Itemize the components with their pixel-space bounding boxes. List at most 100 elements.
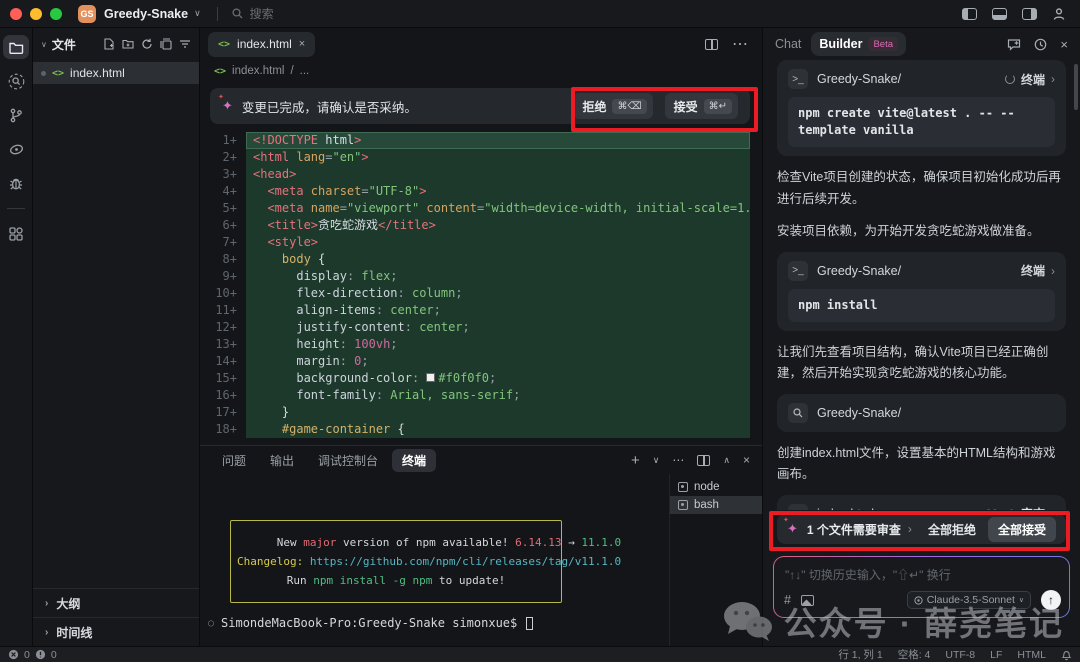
code-lines[interactable]: 1+ <!DOCTYPE html> 2+ <html lang="en"> 3+ <he… <box>200 132 750 445</box>
terminal-status-label[interactable]: 终端 <box>1021 262 1045 279</box>
attach-image-icon[interactable] <box>800 594 814 606</box>
timeline-section[interactable]: › 时间线 <box>33 617 199 646</box>
split-editor-icon[interactable] <box>705 38 718 50</box>
code-line[interactable]: 2+ <html lang="en"> <box>200 149 750 166</box>
code-line[interactable]: 12+ justify-content: center; <box>200 319 750 336</box>
code-line[interactable]: 6+ <title>贪吃蛇游戏</title> <box>200 217 750 234</box>
editor-more-actions-icon[interactable]: ⋯ <box>732 34 748 54</box>
explorer-icon[interactable] <box>3 35 29 59</box>
command-code[interactable]: npm create vite@latest . -- --template v… <box>788 97 1055 147</box>
outline-section[interactable]: › 大纲 <box>33 588 199 617</box>
close-panel-icon[interactable]: × <box>743 453 750 467</box>
explorer-collapse-chevron-icon[interactable]: ∨ <box>41 40 47 49</box>
new-folder-icon[interactable] <box>122 38 134 50</box>
breadcrumb[interactable]: <> index.html / ... <box>200 60 762 82</box>
file-tree-item-index-html[interactable]: <> index.html <box>33 62 199 84</box>
project-name[interactable]: Greedy-Snake <box>104 7 188 21</box>
terminal-command-card[interactable]: >_ Greedy-Snake/ 终端 › npm install <box>777 251 1066 331</box>
search-card[interactable]: Greedy-Snake/ <box>777 393 1066 432</box>
command-code[interactable]: npm install <box>788 288 1055 322</box>
minimize-window-button[interactable] <box>30 7 42 20</box>
eol-sequence[interactable]: LF <box>990 649 1002 661</box>
code-line[interactable]: 5+ <meta name="viewport" content="width=… <box>200 200 750 217</box>
close-window-button[interactable] <box>10 7 22 20</box>
terminal-session-node[interactable]: node <box>670 478 762 496</box>
code-line[interactable]: 4+ <meta charset="UTF-8"> <box>200 183 750 200</box>
code-line[interactable]: 11+ align-items: center; <box>200 302 750 319</box>
breadcrumb-more[interactable]: ... <box>300 65 310 77</box>
code-line[interactable]: 3+ <head> <box>200 166 750 183</box>
collapse-all-icon[interactable] <box>160 38 172 50</box>
code-line[interactable]: 18+ #game-container { <box>200 421 750 438</box>
code-line[interactable]: 14+ margin: 0; <box>200 353 750 370</box>
terminal-dropdown-icon[interactable]: ∨ <box>653 455 660 466</box>
code-line[interactable]: 17+ } <box>200 404 750 421</box>
review-link[interactable]: 审查 <box>1021 505 1045 510</box>
code-line[interactable]: 15+ background-color: #f0f0f0; <box>200 370 750 387</box>
breadcrumb-file[interactable]: index.html <box>232 65 284 77</box>
remote-explorer-icon[interactable] <box>3 137 29 161</box>
model-selector[interactable]: Claude-3.5-Sonnet ∨ <box>906 591 1031 609</box>
close-chat-icon[interactable]: × <box>1060 37 1068 52</box>
chat-scrollbar[interactable] <box>1074 64 1078 110</box>
toggle-left-panel-icon[interactable] <box>962 8 977 20</box>
cursor-position[interactable]: 行 1, 列 1 <box>838 647 882 662</box>
tab-builder[interactable]: Builder Beta <box>811 32 907 56</box>
extensions-icon[interactable] <box>3 222 29 246</box>
assistant-message: 检查Vite项目创建的状态，确保项目初始化成功后再进行后续开发。 <box>777 170 1061 206</box>
terminal-prompt[interactable]: ○ SimondeMacBook-Pro:Greedy-Snake simonx… <box>208 616 534 630</box>
new-terminal-icon[interactable]: + <box>631 452 640 469</box>
warnings-icon <box>35 649 45 660</box>
terminal-session-icon <box>678 482 688 492</box>
tab-problems[interactable]: 问题 <box>212 449 256 472</box>
tab-output[interactable]: 输出 <box>260 449 304 472</box>
open-terminal-arrow-icon[interactable]: › <box>1051 72 1055 86</box>
toggle-right-panel-icon[interactable] <box>1022 8 1037 20</box>
maximize-panel-icon[interactable]: ∧ <box>723 455 730 466</box>
debug-icon[interactable] <box>3 171 29 195</box>
tab-debug-console[interactable]: 调试控制台 <box>308 449 388 472</box>
zoom-window-button[interactable] <box>50 7 62 20</box>
history-icon[interactable] <box>1034 38 1047 51</box>
new-chat-icon[interactable] <box>1007 38 1021 51</box>
chat-input[interactable]: "↑↓" 切换历史输入，"⇧↵" 换行 # Claude-3.5-Sonnet … <box>774 557 1069 617</box>
code-line[interactable]: 1+ <!DOCTYPE html> <box>200 132 750 149</box>
code-line[interactable]: 9+ display: flex; <box>200 268 750 285</box>
search-view-icon[interactable] <box>3 69 29 93</box>
code-line[interactable]: 16+ font-family: Arial, sans-serif; <box>200 387 750 404</box>
toggle-bottom-panel-icon[interactable] <box>992 8 1007 20</box>
new-file-icon[interactable] <box>103 38 115 50</box>
terminal-status-label[interactable]: 终端 <box>1021 71 1045 88</box>
source-control-icon[interactable] <box>3 103 29 127</box>
terminal-session-bash[interactable]: bash <box>670 496 762 514</box>
code-line[interactable]: 10+ flex-direction: column; <box>200 285 750 302</box>
editor-tab-index-html[interactable]: <> index.html × <box>208 31 316 57</box>
filter-icon[interactable] <box>179 38 191 50</box>
code-line[interactable]: 13+ height: 100vh; <box>200 336 750 353</box>
close-tab-icon[interactable]: × <box>299 38 305 50</box>
split-terminal-icon[interactable] <box>697 454 711 466</box>
encoding[interactable]: UTF-8 <box>945 649 975 661</box>
global-search[interactable]: 搜索 <box>232 5 274 22</box>
problems-status[interactable]: 0 0 <box>8 649 57 661</box>
context-hash-icon[interactable]: # <box>784 593 791 607</box>
language-mode[interactable]: HTML <box>1017 649 1046 661</box>
breadcrumb-separator: / <box>290 65 294 77</box>
refresh-icon[interactable] <box>141 38 153 50</box>
panel-more-icon[interactable]: ⋯ <box>672 453 684 467</box>
send-button[interactable]: ↑ <box>1041 590 1061 610</box>
code-line[interactable]: 8+ body { <box>200 251 750 268</box>
account-icon[interactable] <box>1052 7 1066 21</box>
model-name: Claude-3.5-Sonnet <box>926 594 1015 606</box>
terminal-command-card[interactable]: >_ Greedy-Snake/ 终端 › npm create vite@la… <box>777 60 1066 156</box>
terminal-output[interactable]: New major version of npm available! 6.14… <box>200 474 670 646</box>
project-chevron-icon[interactable]: ∨ <box>194 8 201 19</box>
code-line[interactable]: 7+ <style> <box>200 234 750 251</box>
indentation[interactable]: 空格: 4 <box>898 647 931 662</box>
open-terminal-arrow-icon[interactable]: › <box>1051 264 1055 278</box>
notifications-bell-icon[interactable] <box>1061 649 1072 661</box>
file-change-card[interactable]: + index.html +69 -0 审查 › <box>777 494 1066 511</box>
tab-chat[interactable]: Chat <box>775 37 801 51</box>
tab-terminal[interactable]: 终端 <box>392 448 437 472</box>
review-arrow-icon[interactable]: › <box>1051 507 1055 511</box>
